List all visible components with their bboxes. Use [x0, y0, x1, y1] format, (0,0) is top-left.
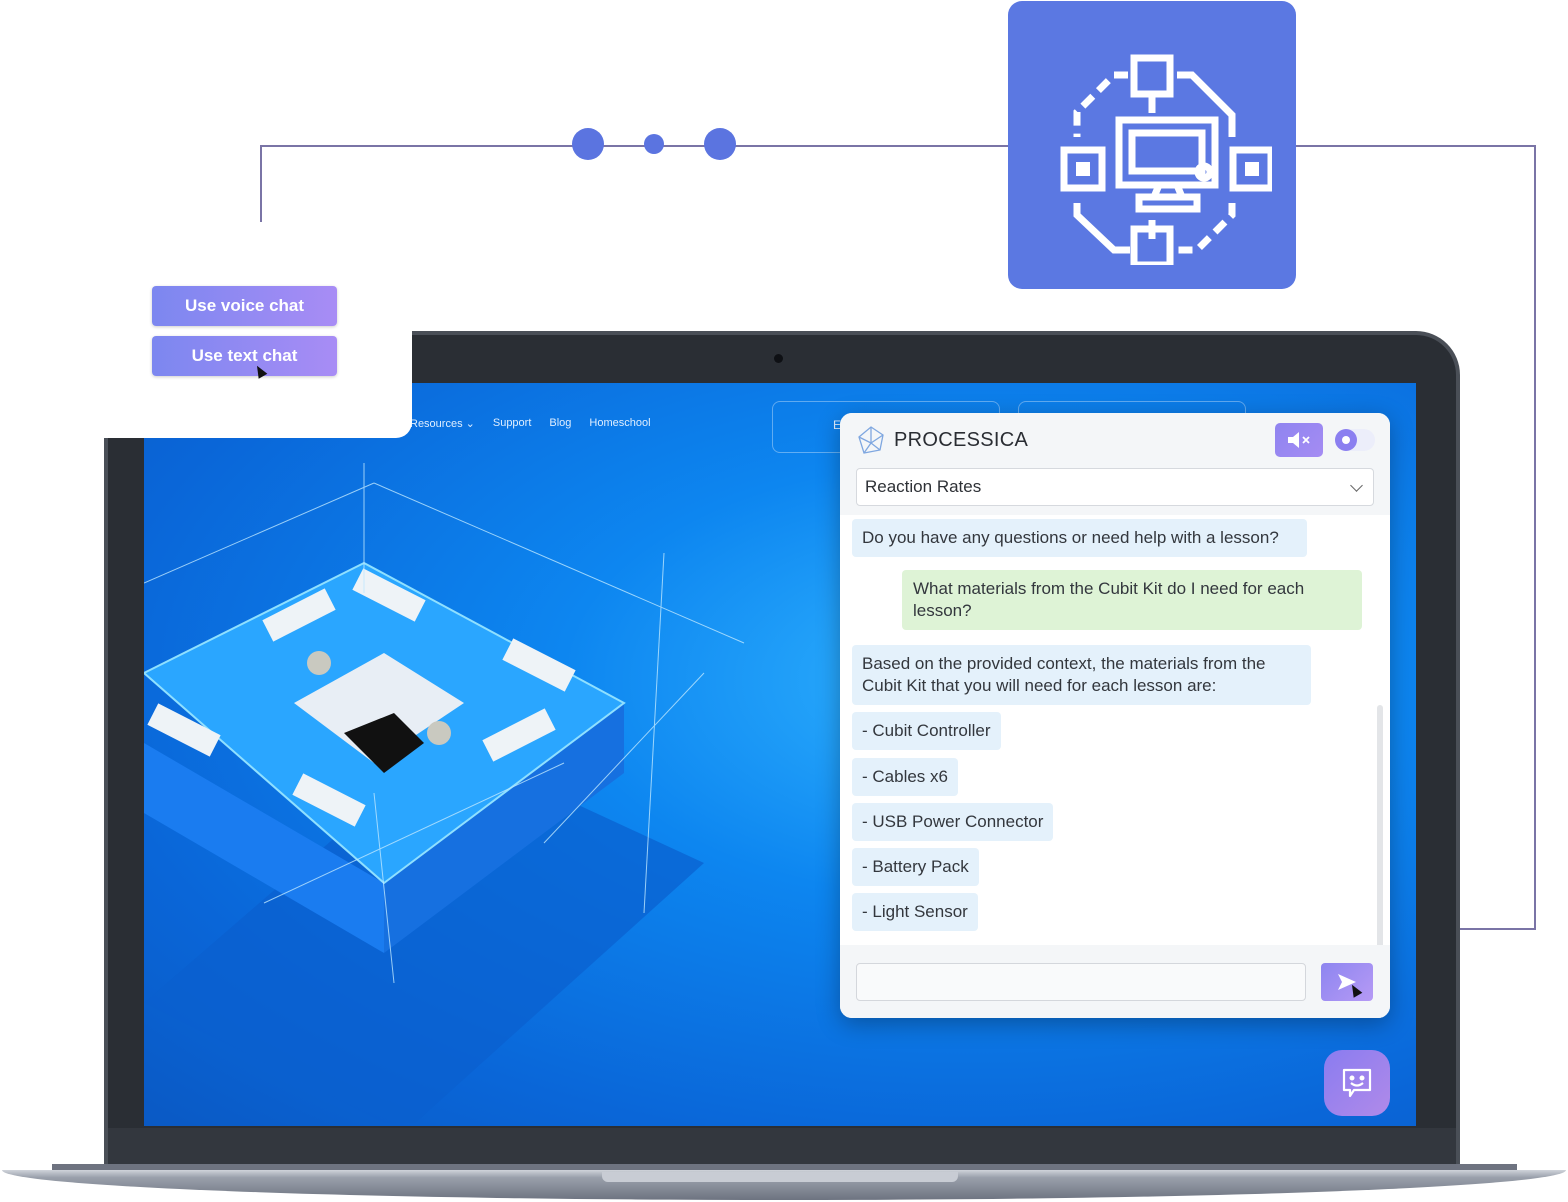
connector-line-top [260, 145, 1010, 147]
laptop-chin [108, 1128, 1456, 1168]
list-item-message: - USB Power Connector [852, 803, 1054, 841]
speaker-muted-icon [1288, 432, 1310, 448]
smiley-chat-icon [1342, 1068, 1372, 1098]
chevron-down-icon [1350, 479, 1363, 492]
nav-blog[interactable]: Blog [549, 417, 571, 430]
laptop-camera [774, 354, 783, 363]
lesson-select-value: Reaction Rates [865, 477, 982, 496]
chat-header: PROCESSICA Reaction Rates [840, 413, 1390, 515]
screw [307, 651, 331, 675]
use-text-chat-button[interactable]: Use text chat [152, 336, 337, 376]
nav-support[interactable]: Support [493, 417, 532, 430]
send-button[interactable] [1321, 963, 1373, 1001]
network-computer-icon [1060, 54, 1272, 265]
nav-homeschool[interactable]: Homeschool [589, 417, 650, 430]
assistant-message: Do you have any questions or need help w… [852, 519, 1307, 557]
chat-input[interactable] [856, 963, 1306, 1001]
chat-mode-popup: Use voice chat Use text chat [104, 222, 412, 438]
mute-button[interactable] [1275, 423, 1323, 457]
chat-brand: PROCESSICA [856, 425, 1028, 455]
chat-composer [840, 945, 1390, 1018]
assistant-message: Based on the provided context, the mater… [852, 645, 1311, 705]
chat-launcher-button[interactable] [1324, 1050, 1390, 1116]
toggle-knob [1335, 429, 1357, 451]
lesson-select[interactable]: Reaction Rates [856, 468, 1374, 506]
network-tile [1008, 1, 1296, 289]
message-list: Do you have any questions or need help w… [840, 515, 1390, 1018]
connector-line-left-vertical [260, 145, 262, 222]
brand-name: PROCESSICA [894, 428, 1029, 451]
connector-dot [704, 128, 736, 160]
list-item-message: - Battery Pack [852, 848, 979, 886]
theme-toggle[interactable] [1335, 429, 1375, 451]
chat-widget: PROCESSICA Reaction Rates Do you have an… [840, 413, 1390, 1018]
nav-resources[interactable]: Resources ⌄ [410, 417, 475, 430]
connector-line-right-bottom [1460, 928, 1536, 930]
connector-line-right-vertical [1534, 145, 1536, 930]
user-message: What materials from the Cubit Kit do I n… [902, 570, 1362, 630]
connector-dot [572, 128, 604, 160]
screw [427, 721, 451, 745]
list-item-message: - Light Sensor [852, 893, 978, 931]
connector-dot [644, 134, 664, 154]
polyhedron-logo-icon [858, 426, 884, 454]
laptop-notch [602, 1172, 958, 1182]
list-item-message: - Cables x6 [852, 758, 958, 796]
list-item-message: - Cubit Controller [852, 712, 1001, 750]
use-voice-chat-button[interactable]: Use voice chat [152, 286, 337, 326]
website-nav: Resources ⌄ Support Blog Homeschool [410, 417, 651, 430]
cubit-product-illustration [144, 463, 745, 1123]
connector-line-right-top [1296, 145, 1536, 147]
